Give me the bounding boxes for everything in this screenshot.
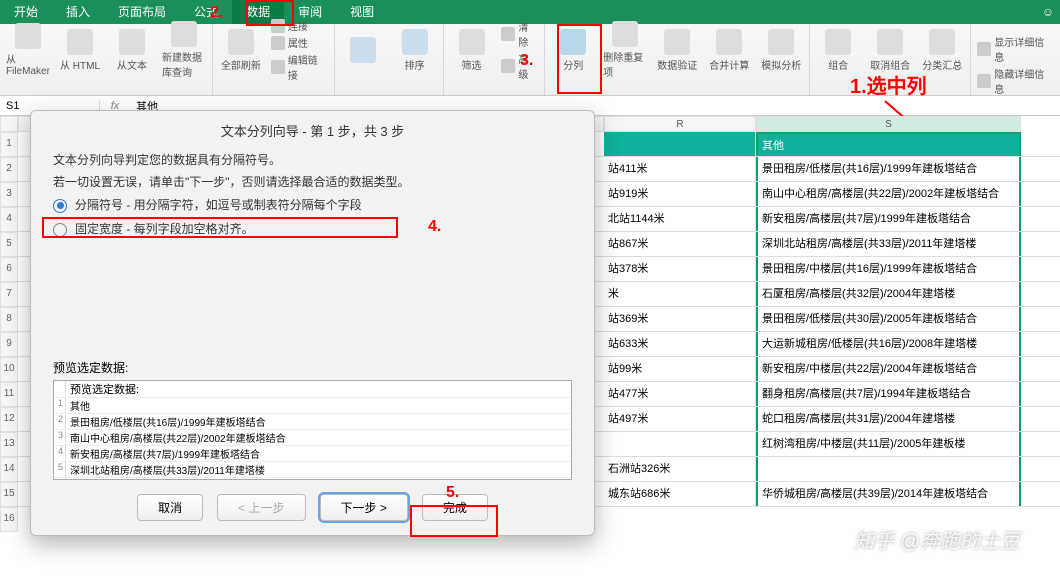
ribbon-group-detail: 显示详细信息 隐藏详细信息 [971, 24, 1060, 95]
from-text[interactable]: 从文本 [110, 29, 154, 72]
refresh-all[interactable]: 全部刷新 [219, 29, 263, 72]
whatif[interactable]: 模拟分析 [759, 29, 803, 72]
cell-s[interactable]: 深圳北站租房/高楼层(共33层)/2011年建塔楼 [756, 232, 1021, 256]
smile-icon[interactable]: ☺ [1036, 0, 1060, 24]
ungroup[interactable]: 取消组合 [868, 29, 912, 72]
prev-button: < 上一步 [217, 494, 305, 521]
cell-r[interactable]: 米 [604, 282, 756, 306]
cell-s[interactable]: 石厦租房/高楼层(共32层)/2004年建塔楼 [756, 282, 1021, 306]
cell-r[interactable]: 站477米 [604, 382, 756, 406]
annotation-1: 1.选中列 [850, 70, 927, 99]
annotation-3: 3. [520, 52, 533, 70]
cell-r[interactable] [604, 132, 756, 156]
sort-asc[interactable] [341, 37, 385, 63]
cell-s[interactable]: 新安租房/高楼层(共7层)/1999年建板塔结合 [756, 207, 1021, 231]
cell-r[interactable]: 站369米 [604, 307, 756, 331]
cell-s[interactable]: 景田租房/中楼层(共16层)/1999年建板塔结合 [756, 257, 1021, 281]
cell-r[interactable]: 站497米 [604, 407, 756, 431]
cell-r[interactable]: 站633米 [604, 332, 756, 356]
annotation-2: 2. [210, 4, 223, 22]
edit-links[interactable]: 编辑链接 [271, 52, 328, 82]
cell-s[interactable]: 景田租房/低楼层(共30层)/2005年建板塔结合 [756, 307, 1021, 331]
text-wizard-dialog: 文本分列向导 - 第 1 步，共 3 步 文本分列向导判定您的数据具有分隔符号。… [30, 110, 595, 536]
radio-icon [53, 199, 67, 213]
ribbon-group-source: 从 FileMaker 从 HTML 从文本 新建数据库查询 [0, 24, 213, 95]
annotation-box-2 [246, 0, 294, 26]
annotation-box-5 [410, 505, 498, 537]
cell-s[interactable]: 蛇口租房/高楼层(共31层)/2004年建塔楼 [756, 407, 1021, 431]
new-db-query[interactable]: 新建数据库查询 [162, 21, 206, 79]
preview-label: 预览选定数据: [53, 359, 572, 376]
cancel-button[interactable]: 取消 [137, 494, 203, 521]
cell-s[interactable]: 其他 [756, 132, 1021, 156]
col-s[interactable]: S [756, 116, 1021, 132]
row-headers: 12345678 910111213141516 [0, 116, 18, 576]
show-detail[interactable]: 显示详细信息 [977, 34, 1054, 64]
cell-s[interactable]: 景田租房/低楼层(共16层)/1999年建板塔结合 [756, 157, 1021, 181]
cell-r[interactable]: 站867米 [604, 232, 756, 256]
preview-box: 预览选定数据: 1其他 2景田租房/低楼层(共16层)/1999年建板塔结合 3… [53, 380, 572, 480]
data-validate[interactable]: 数据验证 [655, 29, 699, 72]
dialog-desc-1: 文本分列向导判定您的数据具有分隔符号。 [53, 150, 572, 172]
annotation-box-4 [42, 217, 398, 238]
hide-detail[interactable]: 隐藏详细信息 [977, 66, 1054, 96]
dialog-buttons: 取消 < 上一步 下一步 > 完成 [31, 480, 594, 535]
option-delimited-label: 分隔符号 - 用分隔字符，如逗号或制表符分隔每个字段 [75, 195, 362, 217]
clear-filter[interactable]: 清除 [501, 19, 538, 49]
annotation-box-3 [557, 24, 602, 94]
cell-r[interactable]: 站378米 [604, 257, 756, 281]
tab-insert[interactable]: 插入 [52, 0, 104, 24]
properties[interactable]: 属性 [271, 35, 328, 50]
cell-r[interactable] [604, 432, 756, 456]
cell-s[interactable]: 大运新城租房/低楼层(共16层)/2008年建塔楼 [756, 332, 1021, 356]
filter[interactable]: 筛选 [450, 29, 494, 72]
cell-s[interactable]: 南山中心租房/高楼层(共22层)/2002年建板塔结合 [756, 182, 1021, 206]
from-html[interactable]: 从 HTML [58, 29, 102, 72]
cell-s[interactable]: 翻身租房/高楼层(共7层)/1994年建板塔结合 [756, 382, 1021, 406]
cell-r[interactable]: 北站1144米 [604, 207, 756, 231]
cell-s[interactable]: 华侨城租房/高楼层(共39层)/2014年建板塔结合 [756, 482, 1021, 506]
cell-r[interactable]: 站411米 [604, 157, 756, 181]
sort[interactable]: 排序 [393, 29, 437, 72]
subtotal[interactable]: 分类汇总 [920, 29, 964, 72]
dialog-title: 文本分列向导 - 第 1 步，共 3 步 [31, 111, 594, 146]
ribbon-group-conn: 全部刷新 连接 属性 编辑链接 [213, 24, 335, 95]
consolidate[interactable]: 合并计算 [707, 29, 751, 72]
cell-r[interactable]: 石洲站326米 [604, 457, 756, 481]
group[interactable]: 组合 [816, 29, 860, 72]
dialog-desc-2: 若一切设置无误，请单击"下一步"，否则请选择最合适的数据类型。 [53, 172, 572, 194]
cell-s[interactable]: 红树湾租房/中楼层(共11层)/2005年建板楼 [756, 432, 1021, 456]
annotation-5: 5. [446, 484, 459, 502]
tab-home[interactable]: 开始 [0, 0, 52, 24]
tab-view[interactable]: 视图 [336, 0, 388, 24]
ribbon-group-sort: 排序 [335, 24, 444, 95]
cell-r[interactable]: 站99米 [604, 357, 756, 381]
cell-s[interactable] [756, 457, 1021, 481]
watermark: 知乎 @奔跑的土豆 [854, 525, 1020, 554]
next-button[interactable]: 下一步 > [320, 494, 408, 521]
annotation-4: 4. [428, 218, 441, 236]
cell-s[interactable]: 新安租房/中楼层(共22层)/2004年建板塔结合 [756, 357, 1021, 381]
remove-dup[interactable]: 删除重复项 [603, 21, 647, 79]
cell-r[interactable]: 城东站686米 [604, 482, 756, 506]
option-delimited[interactable]: 分隔符号 - 用分隔字符，如逗号或制表符分隔每个字段 [53, 195, 572, 217]
from-filemaker[interactable]: 从 FileMaker [6, 23, 50, 77]
col-r[interactable]: R [604, 116, 756, 132]
cell-r[interactable]: 站919米 [604, 182, 756, 206]
